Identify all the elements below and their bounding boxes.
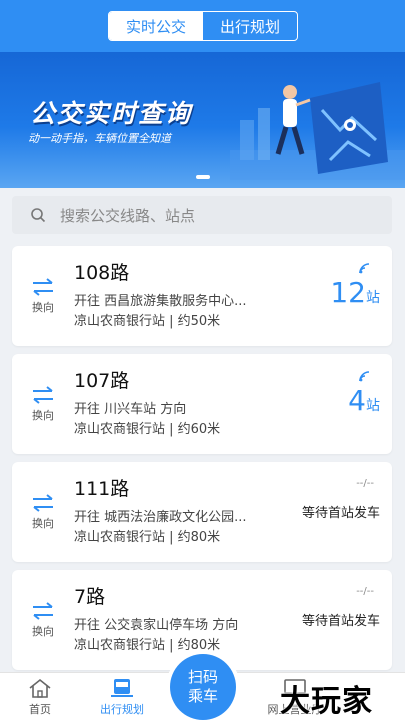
- nearby-stop: 凉山农商银行站 | 约80米: [74, 638, 221, 653]
- bus-route-card[interactable]: 换向 111路 开往 城西法治廉政文化公园... 凉山农商银行站 | 约80米 …: [12, 462, 392, 562]
- signal-icon: [359, 371, 370, 382]
- scan-label-line2: 乘车: [187, 687, 218, 705]
- watermark: 大玩家: [280, 684, 373, 719]
- swap-direction-button[interactable]: 换向: [28, 494, 58, 531]
- tab-trip-planning[interactable]: 出行规划: [203, 12, 297, 40]
- nearby-stop: 凉山农商银行站 | 约50米: [74, 314, 221, 329]
- top-bar: 实时公交 出行规划: [0, 0, 405, 52]
- tab-trip-plan[interactable]: 出行规划: [82, 673, 162, 720]
- search-bar[interactable]: 搜索公交线路、站点: [12, 196, 392, 234]
- scan-to-ride-button[interactable]: 扫码 乘车: [170, 654, 236, 720]
- scan-label-line1: 扫码: [187, 668, 218, 686]
- tab-home-label: 首页: [29, 703, 51, 716]
- stops-away: 12站: [330, 276, 380, 309]
- route-name: 107路: [74, 370, 130, 392]
- tab-home[interactable]: 首页: [0, 673, 80, 720]
- banner-subtitle: 动一动手指，车辆位置全知道: [28, 132, 171, 145]
- stops-unit: 站: [366, 398, 380, 414]
- bus-route-card[interactable]: 换向 107路 开往 川兴车站 方向 凉山农商银行站 | 约60米 4站: [12, 354, 392, 454]
- wait-status: 等待首站发车: [301, 614, 380, 629]
- swap-label: 换向: [32, 625, 54, 638]
- swap-label: 换向: [32, 409, 54, 422]
- signal-icon: [359, 263, 370, 274]
- search-icon: [31, 208, 46, 223]
- route-name: 108路: [74, 262, 130, 284]
- swap-icon: [33, 602, 53, 620]
- swap-label: 换向: [32, 517, 54, 530]
- swap-label: 换向: [32, 301, 54, 314]
- no-bus-indicator: --/--: [356, 586, 374, 597]
- promo-banner[interactable]: 公交实时查询 动一动手指，车辆位置全知道: [0, 52, 405, 188]
- stops-count: 12: [330, 276, 366, 309]
- route-name: 111路: [74, 478, 130, 500]
- bus-route-card[interactable]: 换向 108路 开往 西昌旅游集散服务中心... 凉山农商银行站 | 约50米 …: [12, 246, 392, 346]
- map-illustration-icon: [230, 82, 405, 180]
- stops-away: 4站: [348, 384, 380, 417]
- home-icon: [29, 678, 51, 698]
- carousel-indicator: [196, 175, 210, 179]
- search-input[interactable]: 搜索公交线路、站点: [60, 205, 195, 226]
- swap-direction-button[interactable]: 换向: [28, 386, 58, 423]
- swap-direction-button[interactable]: 换向: [28, 278, 58, 315]
- mode-switch: 实时公交 出行规划: [108, 11, 298, 41]
- route-name: 7路: [74, 586, 106, 608]
- swap-icon: [33, 494, 53, 512]
- swap-icon: [33, 278, 53, 296]
- route-direction: 开往 西昌旅游集散服务中心...: [74, 294, 247, 309]
- tab-realtime-bus[interactable]: 实时公交: [109, 12, 203, 40]
- wait-status: 等待首站发车: [301, 506, 380, 521]
- route-direction: 开往 公交袁家山停车场 方向: [74, 618, 239, 633]
- tab-trip-plan-label: 出行规划: [100, 703, 144, 716]
- swap-icon: [33, 386, 53, 404]
- nearby-stop: 凉山农商银行站 | 约80米: [74, 530, 221, 545]
- route-direction: 开往 城西法治廉政文化公园...: [74, 510, 247, 525]
- bus-icon: [111, 679, 133, 697]
- stops-count: 4: [348, 384, 366, 417]
- no-bus-indicator: --/--: [356, 478, 374, 489]
- banner-title: 公交实时查询: [30, 99, 193, 128]
- swap-direction-button[interactable]: 换向: [28, 602, 58, 639]
- nearby-stop: 凉山农商银行站 | 约60米: [74, 422, 221, 437]
- route-direction: 开往 川兴车站 方向: [74, 402, 187, 417]
- stops-unit: 站: [366, 290, 380, 306]
